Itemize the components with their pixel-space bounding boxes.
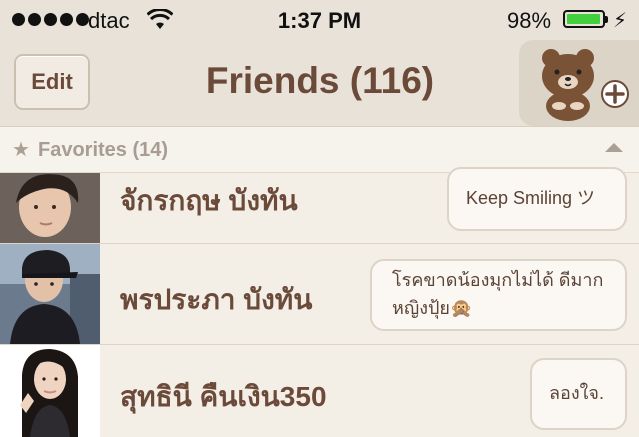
chevron-up-icon[interactable] [603,139,625,155]
status-message-bubble[interactable]: Keep Smiling ツ [447,167,627,231]
profile-photo-icon [0,244,100,344]
add-friend-button[interactable] [519,40,639,126]
charging-bolt-icon: ⚡︎ [613,10,628,32]
status-bar: dtac 1:37 PM 98% ⚡︎ [0,0,639,40]
profile-photo-icon [0,173,100,243]
friend-row[interactable]: สุทธินี คืนเงิน350 ลองใจ. [0,345,639,437]
status-message-line: โรคขาดน้องมุกไม่ได้ ดีมาก [392,270,604,290]
battery-icon [563,10,605,28]
status-message-line: หญิงปุ้ย🙊 [392,297,473,318]
avatar[interactable] [0,173,100,243]
bear-add-friend-icon [542,49,629,121]
edit-button[interactable]: Edit [14,54,90,110]
status-message-line: ลองใจ. [549,383,604,403]
friend-row[interactable]: พรประภา บังทัน โรคขาดน้องมุกไม่ได้ ดีมาก… [0,244,639,345]
nav-bar: Edit Friends (116) [0,40,639,127]
battery-percent: 98% [507,8,552,33]
favorites-title: Favorites (14) [38,139,169,161]
friend-row[interactable]: จักรกฤษ บังทัน Keep Smiling ツ [0,167,639,244]
avatar[interactable] [0,345,100,437]
status-message-line: Keep Smiling ツ [466,188,596,208]
star-icon: ★ [12,139,30,161]
page-title: Friends (116) [205,60,435,101]
friend-name: จักรกฤษ บังทัน [120,185,298,216]
friend-name: พรประภา บังทัน [120,284,313,315]
profile-photo-icon [0,345,100,437]
battery-nub [605,16,608,23]
avatar[interactable] [0,244,100,344]
friend-name: สุทธินี คืนเงิน350 [120,381,327,412]
status-message-bubble[interactable]: โรคขาดน้องมุกไม่ได้ ดีมาก หญิงปุ้ย🙊 [370,259,627,331]
status-message-bubble[interactable]: ลองใจ. [530,358,627,430]
